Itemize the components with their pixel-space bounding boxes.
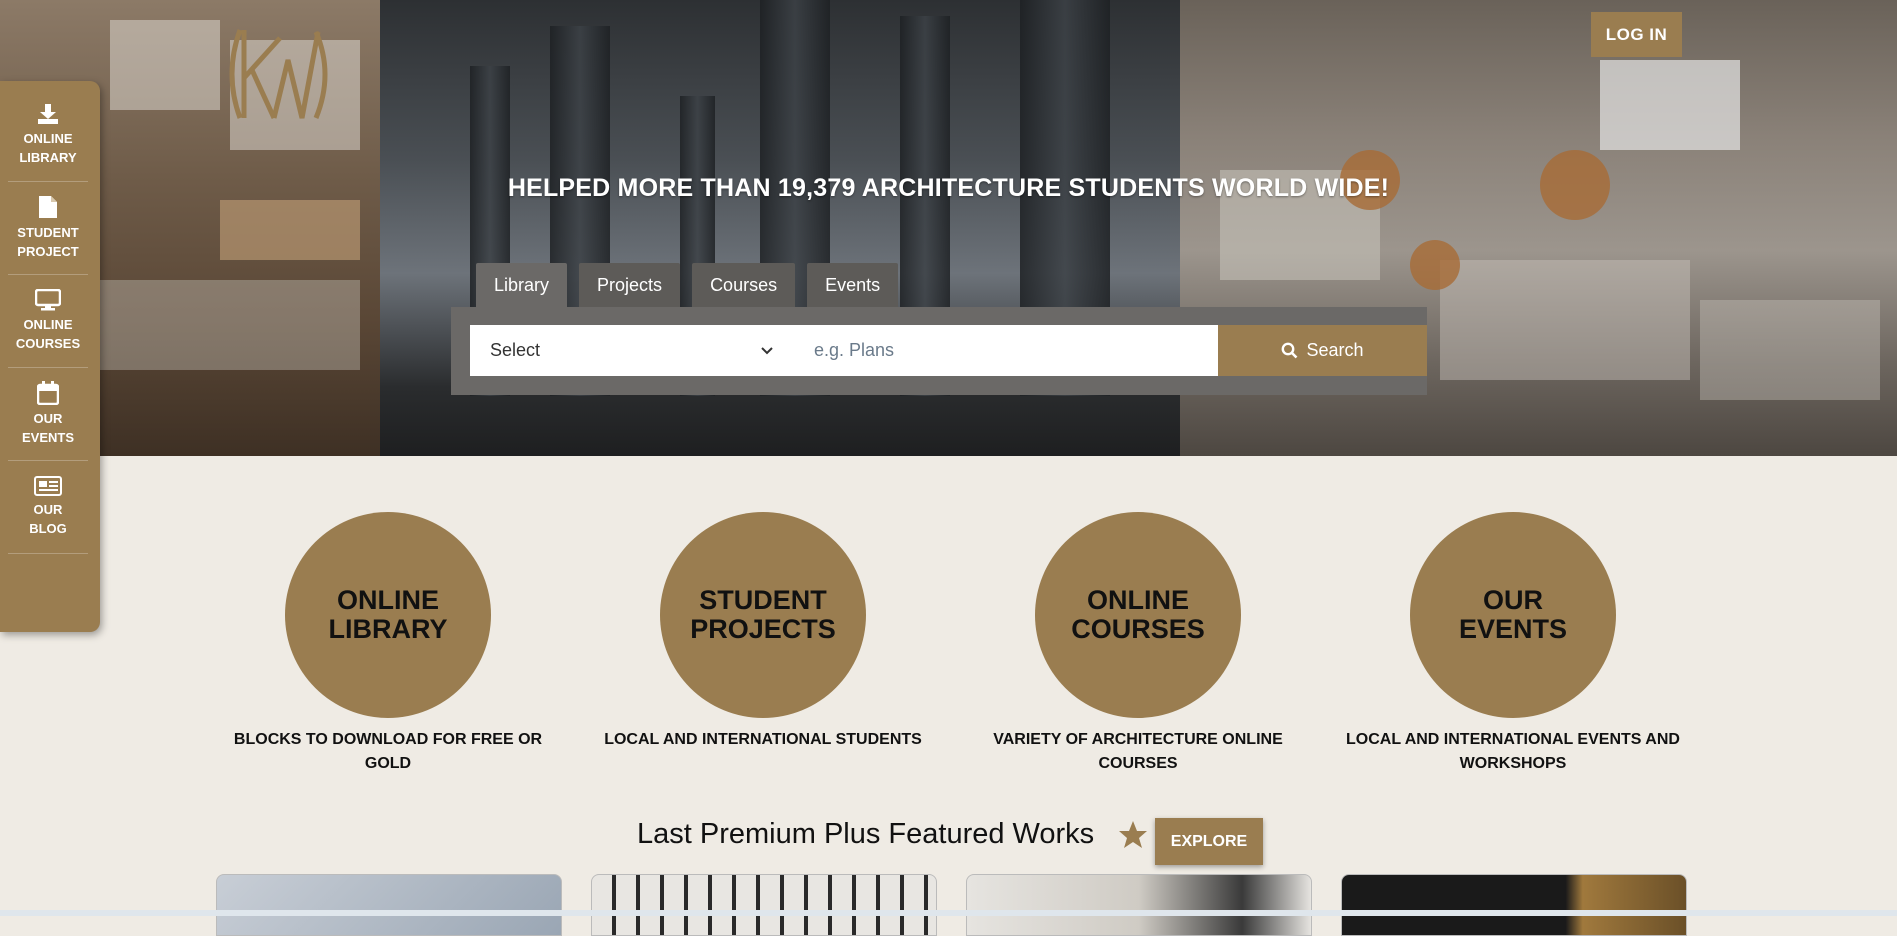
sidebar-item-online-library[interactable]: ONLINE LIBRARY bbox=[8, 89, 88, 182]
sidebar-item-label: BLOG bbox=[29, 521, 67, 536]
tab-library[interactable]: Library bbox=[476, 263, 568, 307]
explore-button[interactable]: EXPLORE bbox=[1155, 818, 1263, 865]
sidebar-item-online-courses[interactable]: ONLINE COURSES bbox=[8, 275, 88, 368]
sidebar-item-label: OUR bbox=[33, 502, 63, 517]
sidebar-item-student-project[interactable]: STUDENT PROJECT bbox=[8, 182, 88, 275]
monitor-icon bbox=[35, 289, 61, 311]
download-icon bbox=[38, 104, 58, 124]
feature-title: STUDENT PROJECTS bbox=[690, 585, 836, 644]
sidebar-item-label: COURSES bbox=[15, 336, 81, 351]
newspaper-icon bbox=[34, 476, 62, 496]
sidebar-item-label: PROJECT bbox=[17, 244, 79, 259]
horizontal-scrollbar[interactable] bbox=[0, 910, 1897, 916]
sidebar-item-our-blog[interactable]: OUR BLOG bbox=[8, 461, 88, 554]
sidebar-item-label: STUDENT bbox=[17, 225, 79, 240]
sidebar-item-label: ONLINE bbox=[23, 131, 73, 146]
feature-description: VARIETY OF ARCHITECTURE ONLINE COURSES bbox=[993, 731, 1283, 772]
feature-circle-student-projects[interactable]: STUDENT PROJECTS bbox=[660, 512, 866, 718]
sidebar-item-label: EVENTS bbox=[21, 430, 74, 445]
category-select-value: Select bbox=[490, 340, 541, 360]
sidebar: ONLINE LIBRARY STUDENT PROJECT ONLINE CO… bbox=[0, 81, 100, 632]
search-button-label: Search bbox=[1306, 340, 1364, 360]
feature-description: LOCAL AND INTERNATIONAL EVENTS AND WORKS… bbox=[1346, 731, 1680, 772]
tab-events[interactable]: Events bbox=[807, 263, 899, 307]
search-button[interactable]: Search bbox=[1218, 325, 1427, 376]
category-select[interactable]: Select bbox=[470, 325, 794, 376]
tab-courses[interactable]: Courses bbox=[692, 263, 796, 307]
feature-circle-online-library[interactable]: ONLINE LIBRARY bbox=[285, 512, 491, 718]
feature-title: ONLINE LIBRARY bbox=[328, 585, 448, 644]
featured-work-card[interactable] bbox=[966, 874, 1312, 936]
search-icon bbox=[1282, 342, 1298, 359]
sidebar-item-label: ONLINE bbox=[23, 317, 73, 332]
feature-title: OUR EVENTS bbox=[1458, 585, 1568, 644]
sidebar-item-label: LIBRARY bbox=[19, 150, 77, 165]
search-tabs: Library Projects Courses Events bbox=[476, 263, 899, 307]
calendar-icon bbox=[37, 381, 59, 405]
hero-banner: LOG IN HELPED MORE THAN 19,379 ARCHITECT… bbox=[0, 0, 1897, 456]
feature-circle-our-events[interactable]: OUR EVENTS bbox=[1410, 512, 1616, 718]
feature-description: BLOCKS TO DOWNLOAD FOR FREE OR GOLD bbox=[233, 731, 543, 772]
sidebar-item-label: OUR bbox=[33, 411, 63, 426]
feature-circle-online-courses[interactable]: ONLINE COURSES bbox=[1035, 512, 1241, 718]
file-icon bbox=[39, 196, 57, 218]
search-panel: Select Search bbox=[451, 307, 1427, 395]
featured-work-card[interactable] bbox=[216, 874, 562, 936]
chevron-down-icon bbox=[761, 346, 773, 354]
hero-headline: HELPED MORE THAN 19,379 ARCHITECTURE STU… bbox=[507, 174, 1390, 202]
sidebar-item-our-events[interactable]: OUR EVENTS bbox=[8, 368, 88, 461]
logo-icon[interactable] bbox=[222, 20, 334, 128]
tab-projects[interactable]: Projects bbox=[579, 263, 681, 307]
star-icon bbox=[1119, 821, 1147, 848]
search-input[interactable] bbox=[794, 325, 1218, 376]
featured-work-card[interactable] bbox=[1341, 874, 1687, 936]
feature-title: ONLINE COURSES bbox=[1071, 585, 1205, 644]
login-button[interactable]: LOG IN bbox=[1591, 12, 1682, 57]
featured-work-card[interactable] bbox=[591, 874, 937, 936]
feature-description: LOCAL AND INTERNATIONAL STUDENTS bbox=[604, 731, 922, 748]
featured-works-title: Last Premium Plus Featured Works bbox=[637, 818, 1095, 850]
